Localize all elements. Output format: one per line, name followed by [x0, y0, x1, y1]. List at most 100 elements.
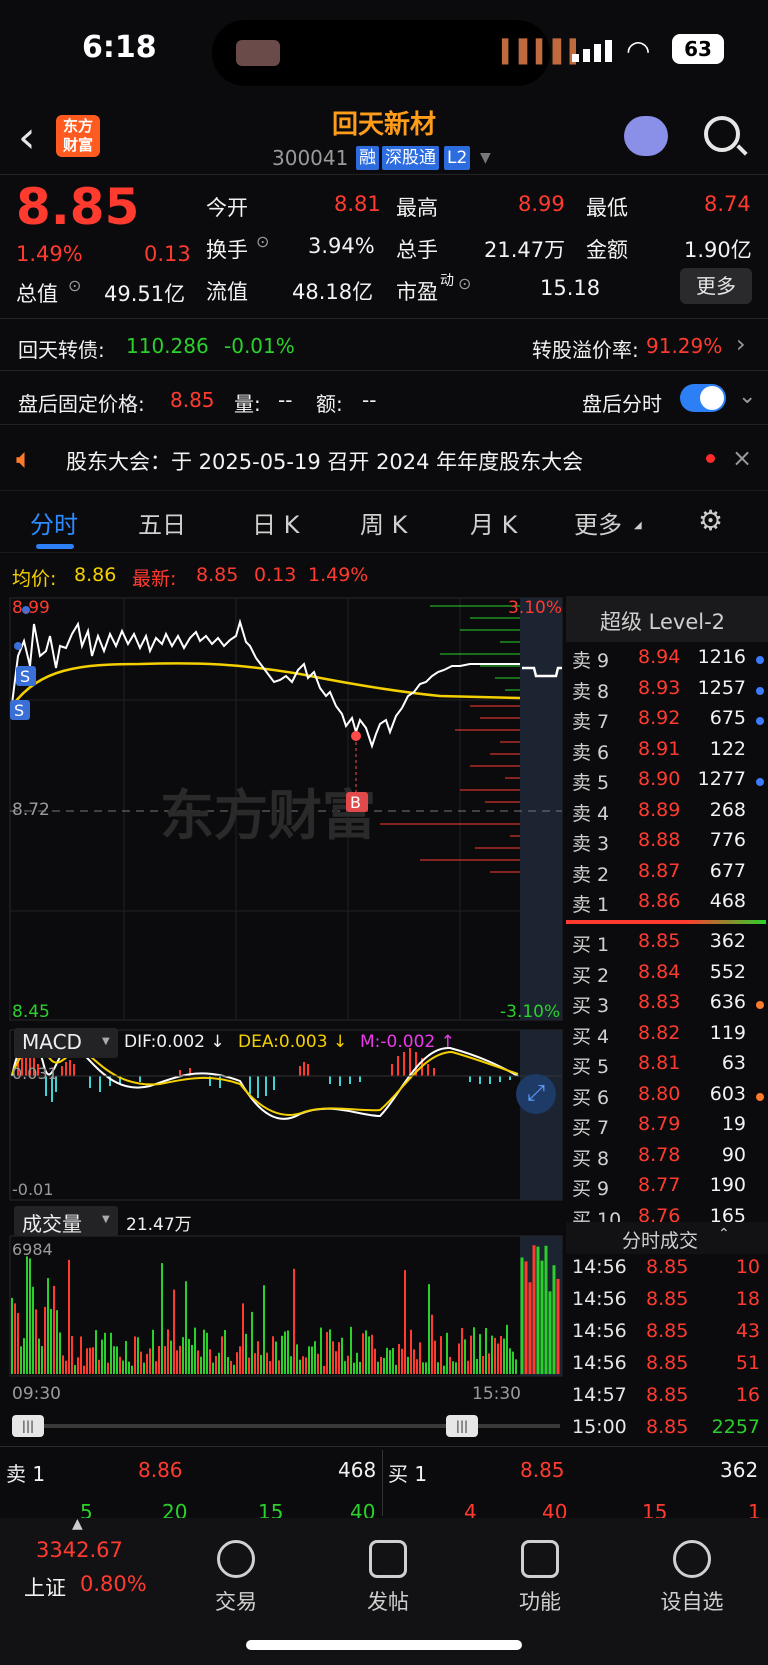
bond-price: 110.286 [126, 334, 209, 358]
ask-label: 卖 9 [572, 650, 610, 672]
avg-label: 均价: [12, 568, 57, 590]
bottom-ask-vol: 468 [338, 1458, 377, 1482]
tab-five-day[interactable]: 五日 [138, 505, 186, 540]
tag-connect: 深股通 [382, 146, 439, 170]
bid-row[interactable]: 买 6 8.80 603 [572, 1083, 768, 1113]
notice-text[interactable]: 股东大会：于 2025-05-19 召开 2024 年年度股东大会 [66, 446, 583, 476]
y-axis-bottom: 8.45 [12, 1002, 50, 1022]
ask-volume: 1216 [697, 646, 746, 668]
macd-selector[interactable]: MACD ▼ [14, 1028, 118, 1058]
nav-watchlist[interactable]: 设自选 [632, 1540, 752, 1616]
tab-more[interactable]: 更多 [574, 505, 622, 540]
ask-volume: 122 [709, 737, 746, 760]
bond-label: 回天转债: [18, 338, 105, 362]
ask-row[interactable]: 卖 3 8.88 776 [572, 829, 768, 859]
expand-up-icon[interactable]: ▲ [72, 1516, 83, 1532]
bid-row[interactable]: 买 4 8.82 119 [572, 1022, 768, 1052]
ask-row[interactable]: 卖 9 8.94 1216 [572, 646, 768, 676]
premium-value: 91.29% [646, 334, 723, 358]
chevron-down-icon[interactable]: ⌄ [738, 384, 756, 409]
ask-row[interactable]: 卖 5 8.90 1277 [572, 768, 768, 798]
bid-label: 买 5 [572, 1056, 610, 1078]
bid-row[interactable]: 买 2 8.84 552 [572, 961, 768, 991]
ask-label: 卖 8 [572, 680, 610, 703]
level2-header[interactable]: 超级 Level-2 [566, 596, 768, 642]
bid-row[interactable]: 买 7 8.79 19 [572, 1113, 768, 1143]
clock: 6:18 [82, 30, 157, 65]
ask-row[interactable]: 卖 2 8.87 677 [572, 860, 768, 890]
chevron-right-icon[interactable]: › [736, 330, 746, 358]
volume-value: 21.47万 [484, 238, 566, 262]
float-value: 48.18亿 [292, 280, 374, 304]
pe-value: 15.18 [540, 276, 601, 300]
mktcap-value: 49.51亿 [104, 282, 186, 306]
bottom-ask-label: 卖 1 [6, 1462, 46, 1486]
bid-row[interactable]: 买 8 8.78 90 [572, 1144, 768, 1174]
nav-functions[interactable]: 功能 [480, 1540, 600, 1616]
bid-row[interactable]: 买 9 8.77 190 [572, 1174, 768, 1204]
trade-time: 15:00 [572, 1416, 627, 1438]
settings-gear-icon[interactable]: ⚙ [698, 504, 723, 537]
bid-volume: 19 [721, 1113, 746, 1135]
bid-row[interactable]: 买 3 8.83 636 [572, 991, 768, 1021]
level2-title: 超级 Level-2 [600, 610, 726, 634]
ask-volume: 268 [709, 798, 746, 821]
tab-daily-k[interactable]: 日 K [252, 505, 299, 540]
macd-dea: DEA:0.003 ↓ [238, 1032, 348, 1052]
nav-trade[interactable]: 交易 [176, 1540, 296, 1616]
after-hours-toggle[interactable] [680, 384, 726, 412]
y-axis-mid: 8.72 [12, 800, 50, 820]
range-slider-left-handle[interactable]: ||| [12, 1415, 44, 1437]
order-dot [756, 656, 764, 664]
change-pct: 1.49% [16, 242, 83, 266]
ask-row[interactable]: 卖 1 8.86 468 [572, 890, 768, 920]
open-value: 8.81 [334, 192, 381, 216]
home-indicator [246, 1640, 522, 1650]
more-dots-icon [673, 1540, 711, 1578]
expand-icon[interactable]: ⤢ [516, 1074, 556, 1114]
search-icon[interactable] [704, 116, 740, 152]
tab-monthly-k[interactable]: 月 K [470, 505, 517, 540]
bid-price: 8.78 [638, 1143, 681, 1166]
trade-time: 14:56 [572, 1352, 627, 1374]
bid-row[interactable]: 买 1 8.85 362 [572, 930, 768, 960]
bond-change: -0.01% [224, 334, 295, 358]
turnover-label: 换手 [206, 238, 248, 262]
latest-change: 0.13 [254, 564, 297, 586]
range-slider-right-handle[interactable]: ||| [446, 1415, 478, 1437]
volume-selector[interactable]: 成交量 ▼ [14, 1206, 118, 1236]
bid-price: 8.83 [638, 991, 681, 1013]
ask-price: 8.88 [638, 829, 681, 851]
svg-text:S: S [14, 701, 24, 720]
info-icon[interactable]: ⊙ [458, 274, 471, 293]
bottom-bid-vol: 362 [720, 1458, 759, 1482]
ask-row[interactable]: 卖 8 8.93 1257 [572, 677, 768, 707]
grid-icon [521, 1540, 559, 1578]
order-dot [756, 778, 764, 786]
index-name[interactable]: 上证 [24, 1572, 66, 1602]
ask-row[interactable]: 卖 4 8.89 268 [572, 799, 768, 829]
dropdown-icon[interactable]: ▼ [480, 150, 491, 166]
info-icon[interactable]: ⊙ [68, 276, 81, 295]
stock-code: 300041 [272, 146, 349, 170]
ask-price: 8.92 [638, 707, 681, 729]
index-value[interactable]: 3342.67 [36, 1538, 123, 1562]
more-button[interactable]: 更多 [680, 268, 752, 304]
index-pct[interactable]: 0.80% [80, 1572, 147, 1596]
tab-weekly-k[interactable]: 周 K [360, 505, 407, 540]
nav-post[interactable]: 发帖 [328, 1540, 448, 1616]
info-icon[interactable]: ⊙ [256, 232, 269, 251]
assistant-robot-icon[interactable] [624, 116, 668, 156]
trade-price: 8.85 [646, 1416, 689, 1438]
signal-icon [572, 40, 614, 66]
ask-row[interactable]: 卖 7 8.92 675 [572, 707, 768, 737]
close-icon[interactable]: × [732, 444, 752, 472]
ask-label: 卖 1 [572, 894, 610, 916]
intraday-chart[interactable]: 东方财富 B S S [0, 596, 566, 1396]
battery-icon: 63 [672, 34, 724, 64]
tab-intraday[interactable]: 分时 [30, 505, 78, 540]
trades-header[interactable]: 分时成交 ⌃ [566, 1222, 768, 1254]
bid-label: 买 2 [572, 964, 610, 987]
bid-row[interactable]: 买 5 8.81 63 [572, 1052, 768, 1082]
ask-row[interactable]: 卖 6 8.91 122 [572, 738, 768, 768]
